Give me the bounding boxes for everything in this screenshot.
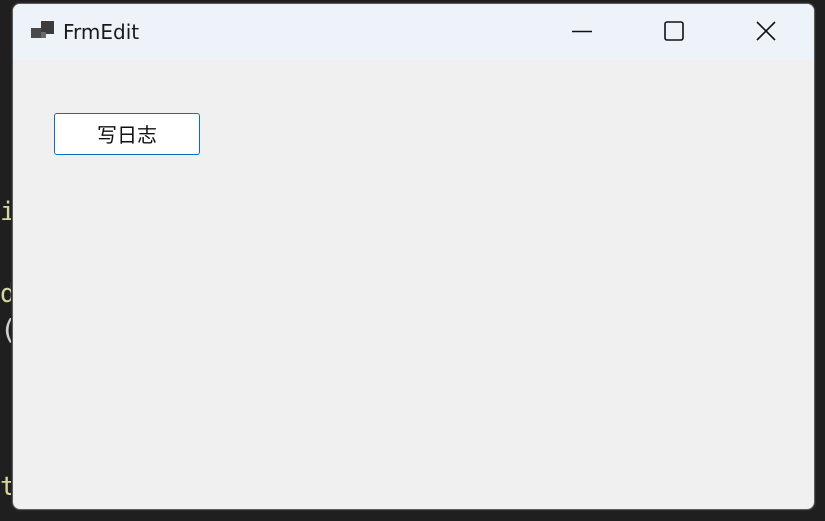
maximize-button[interactable]	[628, 4, 720, 60]
title-bar[interactable]: FrmEdit	[13, 4, 814, 60]
maximize-icon	[664, 21, 684, 41]
window-title: FrmEdit	[63, 20, 140, 44]
app-form-icon	[31, 21, 55, 41]
write-log-button[interactable]: 写日志	[54, 113, 200, 155]
minimize-icon	[572, 30, 592, 33]
close-button[interactable]	[720, 4, 812, 60]
frmedit-window: FrmEdit 写日志	[12, 3, 815, 510]
close-icon	[756, 21, 776, 41]
minimize-button[interactable]	[536, 4, 628, 60]
